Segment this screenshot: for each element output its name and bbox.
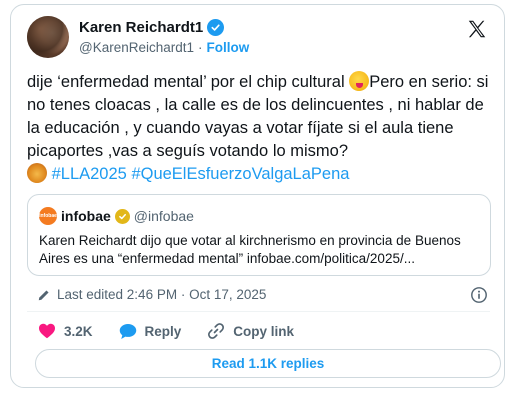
author-display-name[interactable]: Karen Reichardt1 — [79, 19, 203, 36]
reply-button[interactable]: Reply — [119, 323, 182, 340]
copy-link-label: Copy link — [233, 323, 295, 339]
tweet-card: Karen Reichardt1 @KarenReichardt1 · Foll… — [10, 4, 505, 388]
zany-face-emoji-icon — [349, 71, 370, 91]
verified-badge-icon — [207, 19, 225, 36]
quote-avatar: infobae — [39, 207, 57, 225]
pencil-icon — [38, 289, 49, 300]
follow-button[interactable]: Follow — [207, 40, 250, 55]
like-count: 3.2K — [64, 323, 93, 339]
quote-author-handle: @infobae — [133, 208, 194, 224]
reply-label: Reply — [144, 323, 182, 339]
author-handle[interactable]: @KarenReichardt1 — [79, 40, 194, 55]
tweet-meta: Last edited 2:46 PM · Oct 17, 2025 — [37, 287, 266, 302]
copy-link-button[interactable]: Copy link — [207, 322, 294, 340]
verified-org-badge-icon — [114, 208, 130, 224]
quoted-tweet[interactable]: infobae infobae @infobae Karen Reichardt… — [27, 194, 491, 276]
read-replies-button[interactable]: Read 1.1K replies — [35, 349, 501, 378]
info-icon[interactable] — [470, 286, 488, 304]
tweet-text: dije ‘enfermedad mental’ por el chip cul… — [27, 71, 497, 186]
tweet-actions: 3.2K Reply Copy link — [38, 322, 294, 340]
edited-timestamp[interactable]: Last edited 2:46 PM · Oct 17, 2025 — [57, 287, 266, 302]
author-avatar[interactable] — [27, 16, 69, 58]
hashtag-queelesfuerzo[interactable]: #QueElEsfuerzoValgaLaPena — [131, 165, 349, 183]
lion-emoji-icon — [27, 163, 47, 183]
reply-bubble-icon — [119, 323, 136, 339]
quote-text: Karen Reichardt dijo que votar al kirchn… — [39, 233, 461, 266]
heart-icon — [39, 323, 55, 339]
like-button[interactable]: 3.2K — [38, 323, 93, 339]
link-icon — [208, 323, 225, 339]
tweet-text-part1: dije ‘enfermedad mental’ por el chip cul… — [27, 73, 350, 91]
hashtag-lla2025[interactable]: #LLA2025 — [52, 165, 127, 183]
author-info: Karen Reichardt1 @KarenReichardt1 · Foll… — [79, 19, 249, 55]
divider — [27, 311, 490, 312]
x-logo-icon[interactable] — [466, 18, 488, 40]
quote-author-name: infobae — [61, 208, 111, 224]
handle-separator: · — [198, 40, 203, 55]
